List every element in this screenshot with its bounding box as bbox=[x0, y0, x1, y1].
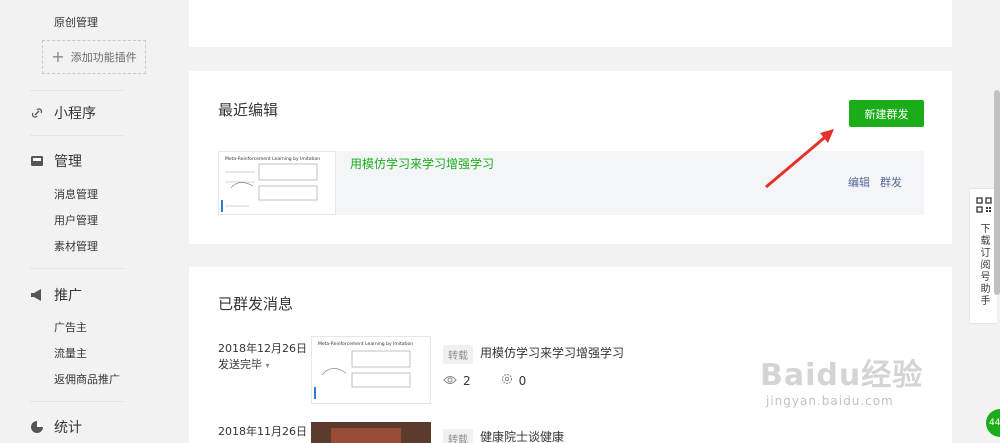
sidebar-section-promote[interactable]: 推广 bbox=[30, 285, 82, 305]
sidebar-section-mini-program[interactable]: 小程序 bbox=[30, 103, 96, 123]
chevron-down-icon: ▾ bbox=[265, 361, 270, 370]
sidebar-section-manage[interactable]: 管理 bbox=[30, 151, 82, 171]
gear-icon bbox=[501, 373, 513, 388]
inbox-icon bbox=[30, 154, 44, 168]
sidebar-section-label: 管理 bbox=[54, 154, 82, 170]
message-date: 2018年12月26日 发送完毕 ▾ bbox=[218, 341, 307, 374]
sidebar-divider bbox=[30, 135, 124, 136]
link-icon bbox=[30, 106, 44, 120]
article-thumbnail: Meta-Reinforcement Learning by Imitation bbox=[311, 336, 431, 404]
sidebar-section-stats[interactable]: 统计 bbox=[30, 417, 82, 437]
thumb-caption: Meta-Reinforcement Learning by Imitation bbox=[225, 156, 320, 162]
message-title[interactable]: 健康院士谈健康 bbox=[480, 428, 564, 443]
green-badge[interactable]: 44 bbox=[986, 409, 1000, 437]
watermark-url: jingyan.baidu.com bbox=[766, 394, 894, 408]
read-count: 2 bbox=[463, 373, 471, 388]
megaphone-icon bbox=[30, 288, 44, 302]
send-status[interactable]: 发送完毕 ▾ bbox=[218, 357, 307, 374]
sidebar-section-label: 统计 bbox=[54, 420, 82, 436]
add-plugin-button[interactable]: + 添加功能插件 bbox=[42, 40, 146, 74]
repost-tag: 转载 bbox=[443, 345, 473, 364]
date-text: 2018年12月26日 bbox=[218, 342, 307, 355]
message-title[interactable]: 用模仿学习来学习增强学习 bbox=[480, 344, 624, 361]
add-plugin-label: 添加功能插件 bbox=[70, 51, 137, 64]
sidebar-section-label: 推广 bbox=[54, 288, 82, 304]
qr-code-icon bbox=[975, 197, 992, 217]
thumb-caption: Meta-Reinforcement Learning by Imitation bbox=[318, 341, 413, 347]
download-assistant-panel[interactable]: 下载订阅号助手 bbox=[969, 188, 997, 324]
edit-link[interactable]: 编辑 bbox=[848, 174, 870, 190]
message-stats: 2 0 bbox=[443, 373, 526, 388]
red-arrow-annotation bbox=[765, 129, 834, 189]
article-thumbnail bbox=[311, 422, 431, 443]
recent-item-title[interactable]: 用模仿学习来学习增强学习 bbox=[350, 155, 494, 172]
sent-messages-title: 已群发消息 bbox=[218, 295, 294, 313]
sidebar-divider bbox=[30, 401, 124, 402]
sidebar-item-publisher[interactable]: 流量主 bbox=[54, 345, 87, 361]
new-broadcast-button[interactable]: 新建群发 bbox=[849, 100, 924, 127]
sidebar-item-materials[interactable]: 素材管理 bbox=[54, 238, 98, 254]
like-count: 0 bbox=[518, 373, 527, 388]
sidebar-item-users[interactable]: 用户管理 bbox=[54, 212, 98, 228]
sidebar-item-original[interactable]: 原创管理 bbox=[54, 14, 98, 30]
top-card bbox=[189, 0, 952, 47]
eye-icon bbox=[443, 374, 457, 388]
sidebar-section-label: 小程序 bbox=[54, 106, 96, 122]
date-text: 2018年11月26日 bbox=[218, 425, 307, 438]
message-date: 2018年11月26日 bbox=[218, 424, 307, 440]
repost-tag: 转载 bbox=[443, 429, 473, 443]
sidebar: 原创管理 + 添加功能插件 小程序 管理 消息管理 用户管理 素材管理 推广 广… bbox=[0, 0, 180, 443]
pie-chart-icon bbox=[30, 420, 44, 434]
sidebar-item-commission[interactable]: 返佣商品推广 bbox=[54, 371, 120, 387]
sidebar-divider bbox=[30, 268, 124, 269]
baidu-watermark: Baidu经验 jingyan.baidu.com bbox=[760, 350, 950, 430]
publish-link[interactable]: 群发 bbox=[880, 174, 902, 190]
watermark-logo: Baidu经验 bbox=[760, 358, 924, 393]
sidebar-item-messages[interactable]: 消息管理 bbox=[54, 186, 98, 202]
sidebar-divider bbox=[30, 90, 124, 91]
sidebar-item-advertiser[interactable]: 广告主 bbox=[54, 319, 87, 335]
article-thumbnail: Meta-Reinforcement Learning by Imitation bbox=[218, 151, 336, 215]
recent-edit-title: 最近编辑 bbox=[218, 101, 279, 119]
plus-icon: + bbox=[51, 47, 65, 66]
scrollbar[interactable] bbox=[994, 90, 1000, 295]
recent-item-actions: 编辑 群发 bbox=[848, 174, 902, 190]
download-assistant-label: 下载订阅号助手 bbox=[978, 223, 989, 307]
